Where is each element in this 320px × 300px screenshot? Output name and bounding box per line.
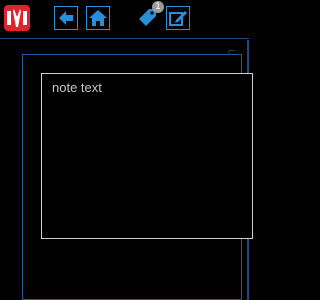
back-button[interactable] — [54, 6, 78, 30]
home-icon — [89, 10, 107, 26]
note-text-field[interactable]: note text — [41, 73, 253, 239]
arrow-left-icon — [59, 11, 73, 25]
home-button[interactable] — [86, 6, 110, 30]
app-logo-icon[interactable] — [4, 5, 30, 31]
tag-count-badge: 1 — [152, 1, 164, 13]
edit-button[interactable] — [166, 6, 190, 30]
edit-icon — [169, 11, 187, 26]
toolbar: 1 — [0, 0, 249, 36]
note-dialog: note text — [22, 54, 253, 300]
note-placeholder: note text — [52, 80, 102, 95]
